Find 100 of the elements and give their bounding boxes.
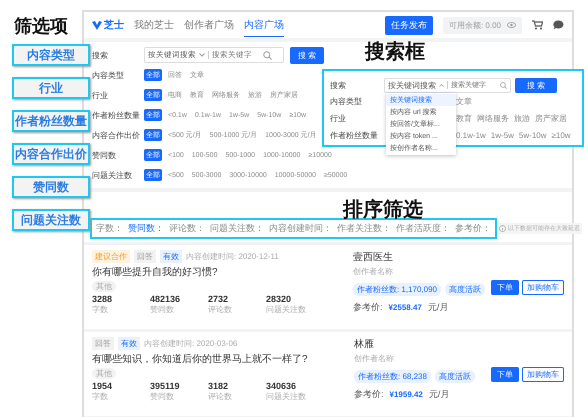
author-chip: 高度活跃 [445,283,485,296]
eye-icon[interactable] [507,22,516,28]
stat-value: 482136 [150,294,182,304]
price-unit: 元/月 [428,301,448,314]
filter-option[interactable]: 文章 [456,96,472,107]
filter-label: 搜索 [330,80,347,90]
created-date: 内容创建时间: 2020-12-11 [186,251,279,262]
annotation-title: 排序筛选 [343,198,423,223]
price-value: ¥2558.47 [388,303,422,312]
filter-label: 问题关注数 [92,170,133,180]
stat-label: 赞同数 [150,304,175,315]
price-value: ¥1959.42 [390,390,423,399]
status-tag: 回答 [134,250,156,263]
balance-field: 可用余额: 0.00 [442,16,522,34]
stat-label: 问题关注数 [266,391,307,402]
filter-label: 内容类型 [92,70,125,80]
status-tag: 建议合作 [92,250,130,263]
filter-option[interactable]: 1w-5w [490,131,514,140]
annotation-tag: 作者粉丝数量 [12,110,90,132]
filter-label: 行业 [92,90,109,100]
search-button[interactable]: 搜 索 [290,46,324,64]
logo-text: 芝士 [104,18,124,32]
scope-select[interactable]: 按关键词搜索 [388,80,436,90]
filter-option[interactable]: 房产家居 [535,113,567,124]
info-icon [499,225,506,232]
status-tag: 有效 [160,250,182,263]
search-icon [500,82,507,88]
author-caption: 创作者名称 [354,353,395,364]
sort-option[interactable]: 赞同数： [127,221,165,236]
search-button[interactable]: 搜 索 [515,78,558,92]
author-chip: 作者粉丝数: 68,238 [354,370,431,383]
stat-label: 字数 [92,391,109,402]
filter-option[interactable]: 教育 [456,113,472,124]
filter-option[interactable]: 0.1w-1w [456,131,486,140]
sort-option[interactable]: 作者关注数： [336,221,392,236]
price-label: 参考价: [354,388,384,401]
order-button[interactable]: 下单 [491,280,519,294]
category-tag: 其他 [92,281,116,292]
stat-label: 评论数 [208,304,233,315]
annotation-tag: 行业 [12,77,90,99]
filter-option[interactable]: ≥10w [552,131,571,140]
author-chip: 作者粉丝数: 1,170,090 [352,283,441,296]
sort-option[interactable]: 参考价： [454,221,492,236]
sort-option[interactable]: 字数： [95,221,124,236]
order-button[interactable]: 下单 [491,366,519,382]
annotation-tag: 内容类型 [12,44,90,66]
stat-label: 字数 [92,304,109,315]
stat-value: 395119 [150,381,181,391]
sort-option[interactable]: 问题关注数： [209,221,265,236]
nav-tab[interactable]: 我的芝士 [134,14,174,36]
author-caption: 创作者名称 [352,266,394,277]
annotation-tag: 问题关注数 [12,209,90,231]
status-tag: 回答 [92,337,114,350]
caret-icon [199,53,205,57]
sort-option[interactable]: 作者活跃度： [395,221,451,236]
chat-icon[interactable] [553,20,564,30]
nav-tab[interactable]: 创作者广场 [184,14,234,36]
annotation-title: 搜索框 [365,40,425,65]
stat-label: 赞同数 [150,391,175,402]
stat-label: 问题关注数 [266,304,307,315]
logo-icon [92,20,102,30]
sort-option[interactable]: 内容创建时间： [268,221,333,236]
stat-value: 340636 [266,381,298,391]
stat-value: 28320 [266,294,292,304]
content-title[interactable]: 你有哪些提升自我的好习惯? [92,265,341,279]
stat-label: 评论数 [208,391,233,402]
search-icon [263,50,272,60]
caret-icon [439,84,444,86]
nav-tab[interactable]: 内容广场 [244,14,284,36]
stat-value: 3288 [92,294,114,304]
filter-option[interactable]: 旅游 [514,113,530,124]
filter-label: 行业 [330,113,347,124]
status-tag: 有效 [118,337,140,350]
filter-label: 作者粉丝数量 [92,110,140,120]
publish-button[interactable]: 任务发布 [384,16,433,34]
category-tag: 其他 [92,368,116,379]
annotation-tag: 赞同数 [12,176,90,198]
filter-label: 内容合作出价 [92,130,140,140]
filter-label: 搜索 [92,50,109,60]
price-unit: 元/月 [428,388,450,401]
filter-label: 赞同数 [92,150,117,160]
author-name: 林雁 [354,338,375,351]
price-label: 参考价: [352,301,382,314]
sort-option[interactable]: 评论数： [168,221,206,236]
stat-value: 3182 [208,381,230,391]
author-chip: 高度活跃 [434,370,475,383]
stat-value: 1954 [92,381,114,391]
add-to-cart-button[interactable]: 加购物车 [522,280,564,294]
content-title[interactable]: 有哪些知识，你知道后你的世界马上就不一样了? [92,352,342,366]
filter-label: 作者粉丝数量 [330,130,379,141]
filter-option[interactable]: 网络服务 [477,113,509,124]
stat-value: 2732 [208,294,230,304]
annotation-tag: 内容合作出价 [12,143,90,165]
cart-icon[interactable] [532,20,543,30]
add-to-cart-button[interactable]: 加购物车 [522,366,564,382]
created-date: 内容创建时间: 2020-03-06 [144,338,238,349]
author-name: 壹西医生 [352,250,394,264]
annotation-title: 筛选项 [14,15,68,38]
filter-option[interactable]: 5w-10w [518,131,546,140]
filter-label: 内容类型 [330,96,363,107]
